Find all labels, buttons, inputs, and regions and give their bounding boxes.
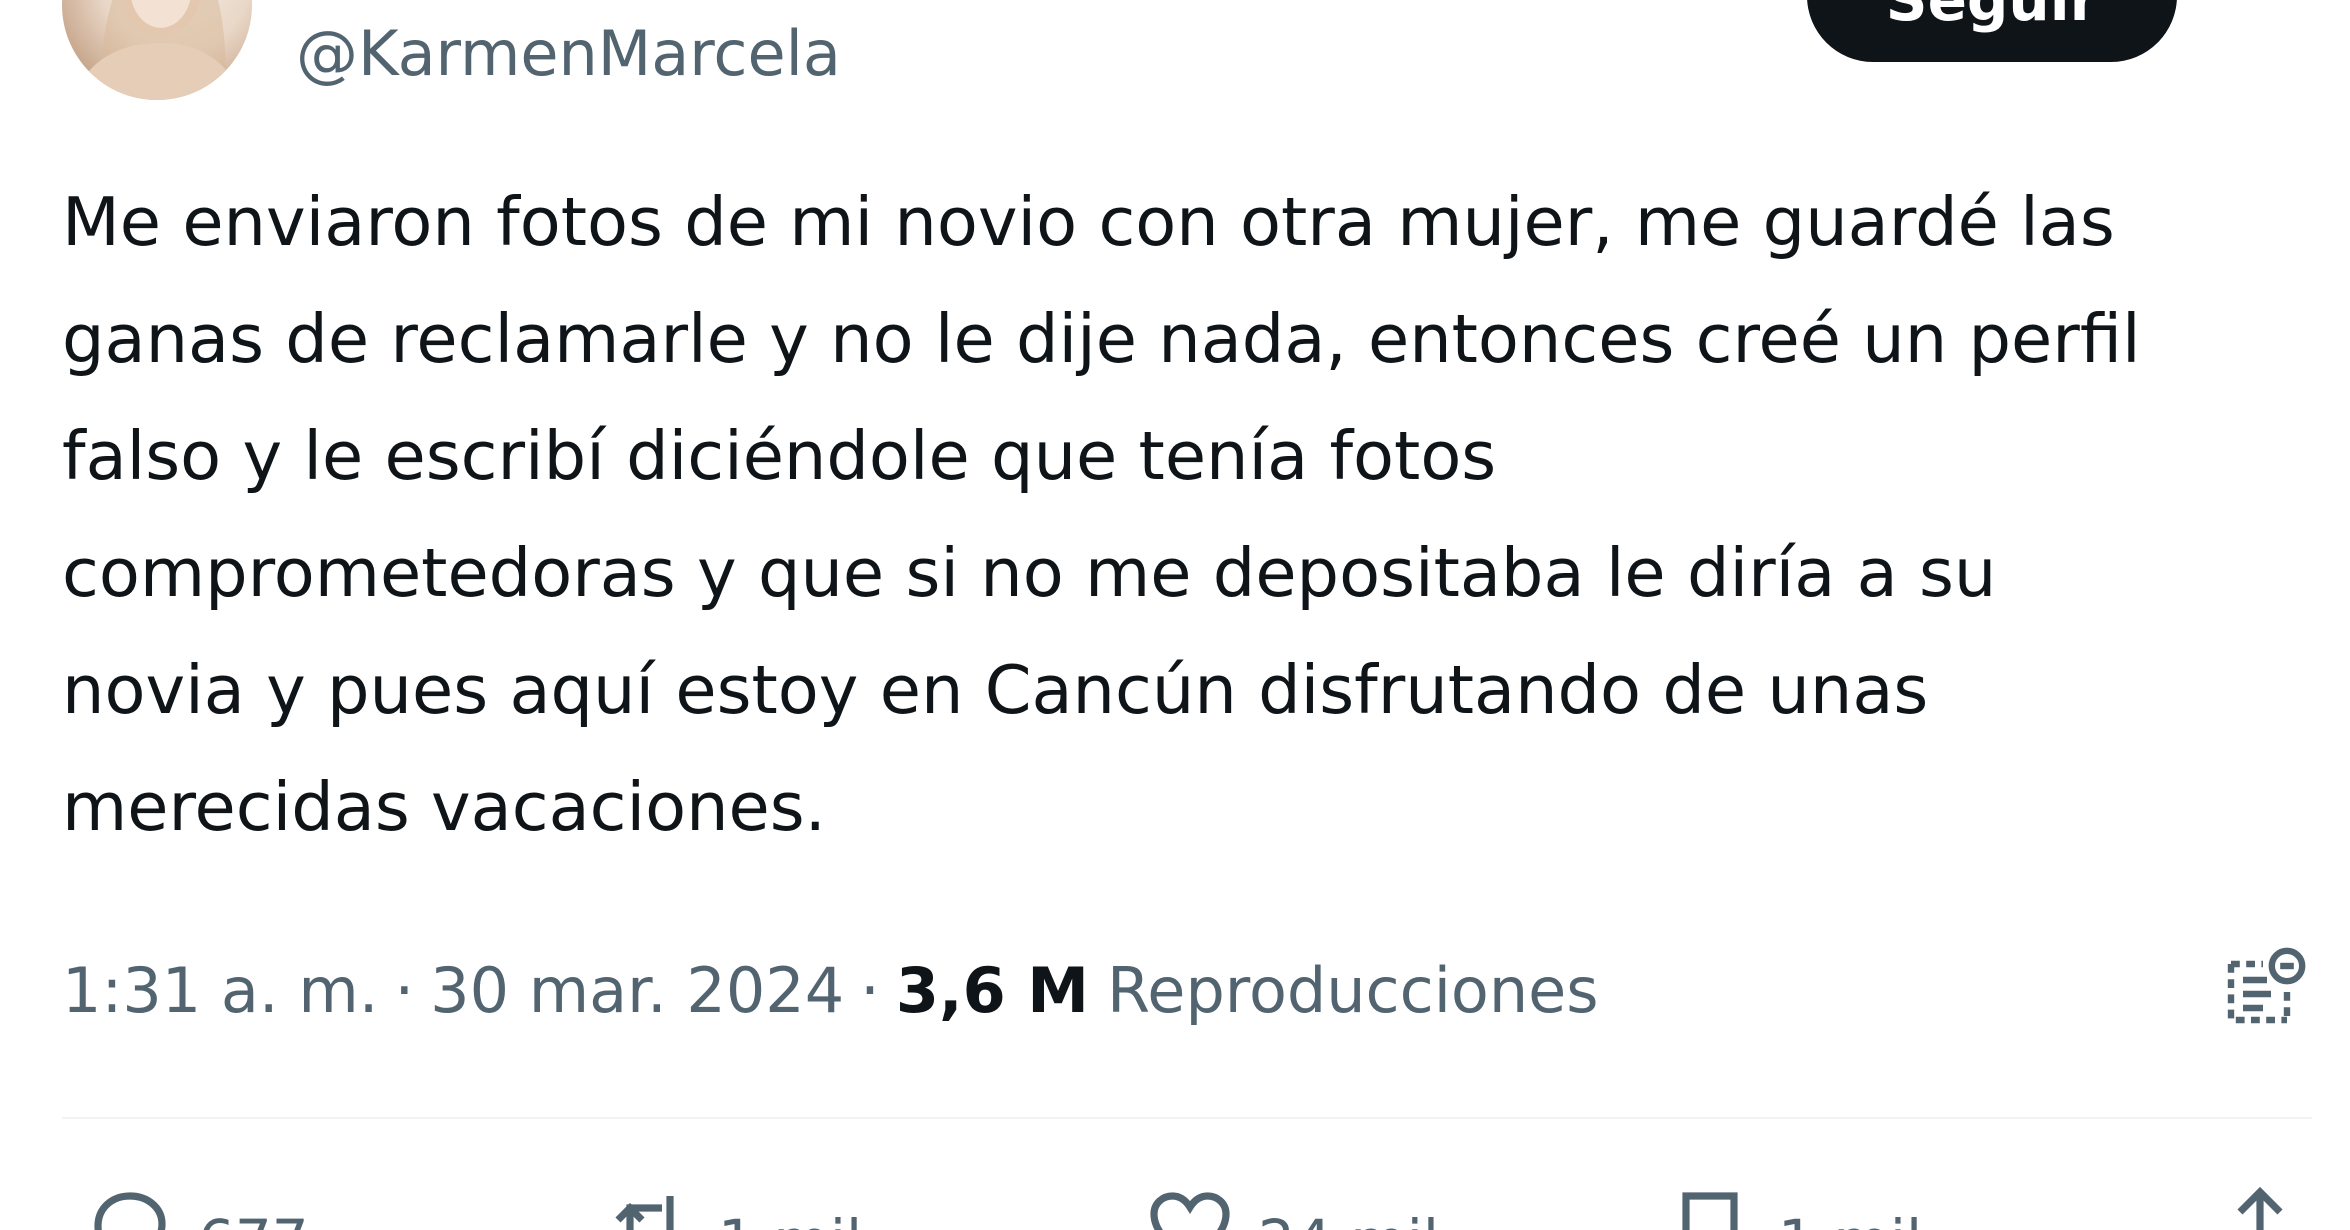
repost-icon bbox=[615, 1196, 674, 1230]
follow-button-label: Seguir bbox=[1885, 0, 2099, 34]
profile-photo-icon bbox=[71, 0, 243, 100]
repost-button[interactable]: 1 mil bbox=[602, 1180, 862, 1230]
meta-separator: · bbox=[394, 953, 415, 1027]
repost-count: 1 mil bbox=[718, 1180, 862, 1230]
views-count[interactable]: 3,6 M bbox=[896, 954, 1089, 1027]
share-button[interactable] bbox=[2212, 1180, 2328, 1230]
share-icon bbox=[2237, 1186, 2283, 1230]
tweet-text: Me enviaron fotos de mi novio con otra m… bbox=[62, 164, 2302, 866]
author-handle[interactable]: @KarmenMarcela bbox=[296, 14, 841, 94]
tweet-line: Me enviaron fotos de mi novio con otra m… bbox=[62, 183, 2115, 261]
tweet-line: ganas de reclamarle y no le dije nada, e… bbox=[62, 300, 2141, 378]
tweet-line: comprometedoras y que si no me depositab… bbox=[62, 534, 1997, 612]
reply-icon bbox=[94, 1192, 166, 1230]
analytics-icon[interactable] bbox=[2215, 940, 2311, 1036]
heart-icon bbox=[1150, 1192, 1230, 1230]
divider bbox=[62, 1117, 2312, 1119]
like-button[interactable]: 24 mil bbox=[1142, 1180, 1439, 1230]
tweet-time[interactable]: 1:31 a. m. bbox=[62, 954, 378, 1027]
like-count: 24 mil bbox=[1258, 1180, 1439, 1230]
bookmark-icon bbox=[1682, 1192, 1738, 1230]
bookmark-button[interactable]: 1 mil bbox=[1662, 1180, 1922, 1230]
reply-button[interactable]: 677 bbox=[82, 1180, 309, 1230]
follow-button[interactable]: Seguir bbox=[1807, 0, 2177, 62]
tweet-line: novia y pues aquí estoy en Cancún disfru… bbox=[62, 651, 1929, 729]
tweet-actions: 677 1 mil 24 mil 1 mil bbox=[62, 1180, 2312, 1230]
views-label[interactable]: Reproducciones bbox=[1107, 954, 1599, 1027]
tweet-date[interactable]: 30 mar. 2024 bbox=[430, 954, 844, 1027]
reply-count: 677 bbox=[198, 1180, 309, 1230]
avatar[interactable] bbox=[62, 0, 252, 100]
bookmark-count: 1 mil bbox=[1778, 1180, 1922, 1230]
tweet-meta: 1:31 a. m. · 30 mar. 2024 · 3,6 M Reprod… bbox=[62, 950, 1599, 1030]
meta-separator: · bbox=[860, 953, 880, 1027]
tweet-line: merecidas vacaciones. bbox=[62, 768, 826, 846]
tweet-line: falso y le escribí diciéndole que tenía … bbox=[62, 417, 1497, 495]
